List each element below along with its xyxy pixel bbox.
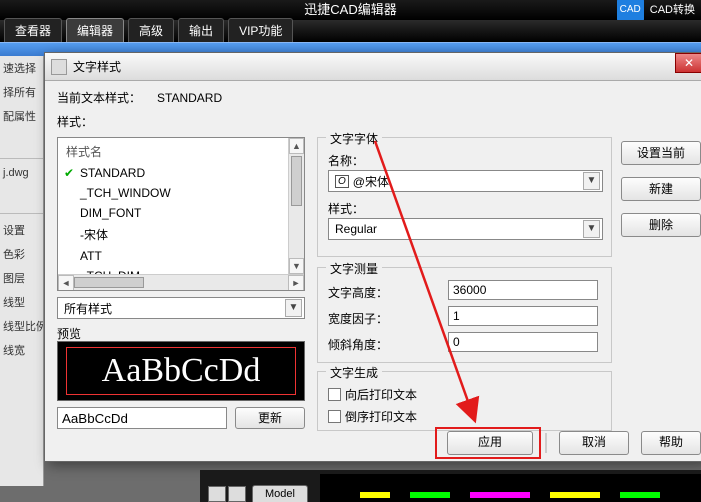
help-button[interactable]: 帮助 (641, 431, 701, 455)
cad-convert-label: CAD转换 (650, 0, 695, 20)
checkbox-icon (328, 410, 341, 423)
text-height-input[interactable] (448, 280, 598, 300)
upsidedown-label: 倒序打印文本 (345, 408, 417, 425)
style-list-item[interactable]: _TCH_WINDOW (62, 183, 284, 203)
generation-group: 文字生成 向后打印文本 倒序打印文本 (317, 371, 612, 431)
style-list-item[interactable]: STANDARD (62, 163, 284, 183)
measure-group-legend: 文字测量 (326, 260, 382, 277)
style-filter-select[interactable]: 所有样式 ▼ (57, 297, 305, 319)
app-title: 迅捷CAD编辑器 (304, 2, 396, 17)
sidebar-item[interactable]: 线型 (0, 290, 43, 314)
truetype-icon: O (335, 175, 349, 188)
ribbon-tab-viewer[interactable]: 查看器 (4, 18, 62, 42)
sidebar-item[interactable]: 择所有 (0, 80, 43, 104)
styles-label: 样式： (57, 113, 93, 130)
font-group-legend: 文字字体 (326, 130, 382, 147)
preview-label: 预览 (57, 325, 81, 342)
scroll-down-icon[interactable]: ▼ (289, 258, 304, 274)
sidebar-item-file[interactable]: j.dwg (0, 163, 43, 183)
ribbon-tab-output[interactable]: 输出 (178, 18, 224, 42)
oblique-angle-label: 倾斜角度： (328, 336, 388, 353)
chevron-down-icon: ▼ (583, 172, 600, 190)
style-list-item[interactable]: DIM_FONT (62, 203, 284, 223)
ribbon-tab-advanced[interactable]: 高级 (128, 18, 174, 42)
tab-nav-prev-icon[interactable] (228, 486, 246, 502)
scroll-right-icon[interactable]: ► (288, 275, 304, 291)
apply-button[interactable]: 应用 (447, 431, 533, 455)
dialog-title: 文字样式 (73, 58, 121, 75)
text-height-label: 文字高度： (328, 284, 388, 301)
new-button[interactable]: 新建 (621, 177, 701, 201)
checkbox-icon (328, 388, 341, 401)
font-style-select[interactable]: Regular ▼ (328, 218, 603, 240)
sidebar-item[interactable]: 速选择 (0, 56, 43, 80)
close-button[interactable]: ✕ (675, 53, 701, 73)
sidebar-item[interactable]: 线宽 (0, 338, 43, 362)
drawing-canvas-strip (320, 474, 701, 502)
scroll-up-icon[interactable]: ▲ (289, 138, 304, 154)
current-style-label: 当前文本样式： (57, 89, 141, 106)
sidebar-item[interactable]: 配属性 (0, 104, 43, 128)
style-list-item[interactable]: -宋体 (62, 223, 284, 246)
cad-badge: CAD (617, 0, 644, 21)
font-group: 文字字体 名称： O @宋体 ▼ 样式： Regular ▼ (317, 137, 612, 257)
model-tab-strip: Model (200, 470, 701, 502)
sidebar-item[interactable]: 图层 (0, 266, 43, 290)
ribbon-tab-vip[interactable]: VIP功能 (228, 18, 293, 42)
style-filter-value: 所有样式 (64, 300, 112, 317)
generation-group-legend: 文字生成 (326, 364, 382, 381)
style-list-header: 样式名 (62, 140, 284, 163)
backwards-label: 向后打印文本 (345, 386, 417, 403)
sidebar-item[interactable]: 设置 (0, 218, 43, 242)
font-style-label: 样式： (328, 200, 364, 217)
current-style-value: STANDARD (157, 91, 222, 105)
sidebar-item[interactable]: 色彩 (0, 242, 43, 266)
dialog-titlebar[interactable]: 文字样式 ✕ (45, 53, 701, 81)
font-name-label: 名称： (328, 152, 364, 169)
chevron-down-icon: ▼ (285, 299, 302, 317)
font-style-value: Regular (335, 222, 377, 236)
ribbon-tab-editor[interactable]: 编辑器 (66, 18, 124, 42)
set-current-button[interactable]: 设置当前 (621, 141, 701, 165)
font-name-value: @宋体 (353, 173, 389, 190)
vertical-scrollbar[interactable]: ▲ ▼ (288, 138, 304, 274)
delete-button[interactable]: 删除 (621, 213, 701, 237)
text-style-dialog: 文字样式 ✕ 当前文本样式： STANDARD 样式： 样式名 STANDARD… (44, 52, 701, 462)
chevron-down-icon: ▼ (583, 220, 600, 238)
scroll-left-icon[interactable]: ◄ (58, 275, 74, 291)
preview-input[interactable] (57, 407, 227, 429)
measure-group: 文字测量 文字高度： 宽度因子： 倾斜角度： (317, 267, 612, 363)
model-tab[interactable]: Model (252, 485, 308, 502)
oblique-angle-input[interactable] (448, 332, 598, 352)
style-list-item[interactable]: ATT (62, 246, 284, 266)
scroll-thumb[interactable] (291, 156, 302, 206)
sidebar-item[interactable]: 线型比例 (0, 314, 43, 338)
button-separator (545, 433, 547, 453)
preview-text: AaBbCcDd (66, 347, 296, 395)
style-list-item[interactable]: _TCH_DIM (62, 266, 284, 274)
upsidedown-checkbox[interactable]: 倒序打印文本 (328, 408, 417, 425)
width-factor-input[interactable] (448, 306, 598, 326)
font-name-select[interactable]: O @宋体 ▼ (328, 170, 603, 192)
ribbon-tabs: 查看器 编辑器 高级 输出 VIP功能 (0, 20, 701, 42)
preview-box: AaBbCcDd (57, 341, 305, 401)
tab-nav-first-icon[interactable] (208, 486, 226, 502)
hscroll-thumb[interactable] (74, 277, 144, 288)
app-sidebar: 速选择 择所有 配属性 j.dwg 设置 色彩 图层 线型 线型比例 线宽 (0, 56, 44, 486)
style-listbox[interactable]: 样式名 STANDARD _TCH_WINDOW DIM_FONT -宋体 AT… (57, 137, 305, 291)
cancel-button[interactable]: 取消 (559, 431, 629, 455)
dialog-icon (51, 59, 67, 75)
width-factor-label: 宽度因子： (328, 310, 388, 327)
backwards-checkbox[interactable]: 向后打印文本 (328, 386, 417, 403)
update-button[interactable]: 更新 (235, 407, 305, 429)
horizontal-scrollbar[interactable]: ◄ ► (58, 274, 304, 290)
app-titlebar: 迅捷CAD编辑器 CAD CAD转换 (0, 0, 701, 20)
